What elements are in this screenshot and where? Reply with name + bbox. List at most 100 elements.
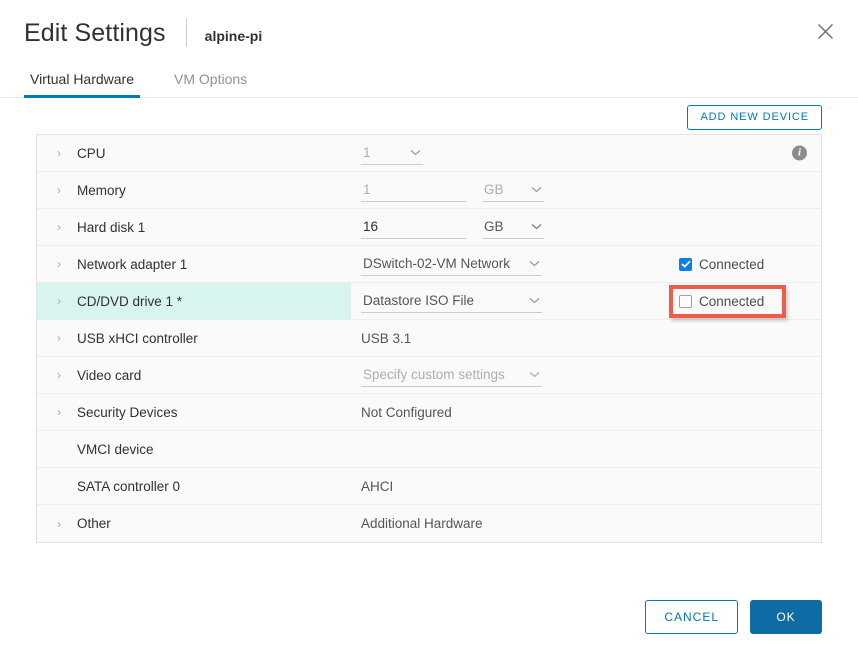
sata-controller-value: AHCI [361, 478, 394, 494]
row-right-cpu: i [671, 135, 821, 171]
add-new-device-button[interactable]: ADD NEW DEVICE [687, 105, 822, 130]
table-row-vmci-device: › VMCI device [37, 431, 821, 468]
cpu-count-value: 1 [363, 145, 371, 160]
device-label: Network adapter 1 [77, 256, 188, 272]
row-right-other [671, 505, 821, 542]
connected-label: Connected [699, 256, 765, 272]
chevron-down-icon [529, 297, 540, 304]
device-label: CPU [77, 145, 106, 161]
row-right-usb-xhci-controller [671, 320, 821, 356]
checkbox-unchecked-icon [679, 294, 692, 308]
page-title: Edit Settings [24, 19, 166, 47]
table-row-hard-disk-1: › Hard disk 1 GB [37, 209, 821, 246]
chevron-right-icon[interactable]: › [51, 406, 67, 418]
dialog-header: Edit Settings alpine-pi [0, 0, 858, 62]
tab-vm-options[interactable]: VM Options [168, 70, 253, 97]
row-right-sata-controller-0 [671, 468, 821, 504]
title-row: Edit Settings alpine-pi [24, 17, 262, 49]
hard-disk-size-input[interactable] [361, 215, 466, 239]
memory-unit-select[interactable]: GB [482, 179, 544, 202]
cd-dvd-media-type-value: Datastore ISO File [363, 293, 475, 308]
chevron-right-icon[interactable]: › [51, 518, 67, 530]
row-label-sata-controller-0: › SATA controller 0 [37, 468, 351, 504]
chevron-right-icon[interactable]: › [51, 258, 67, 270]
chevron-right-icon[interactable]: › [51, 184, 67, 196]
network-adapter-network-value: DSwitch-02-VM Network [363, 256, 511, 271]
chevron-down-icon [529, 371, 540, 378]
row-value-security-devices: Not Configured [351, 394, 671, 430]
chevron-right-icon[interactable]: › [51, 332, 67, 344]
row-right-security-devices [671, 394, 821, 430]
connected-label: Connected [699, 293, 765, 309]
row-value-network-adapter-1: DSwitch-02-VM Network [351, 246, 671, 282]
table-row-security-devices: › Security Devices Not Configured [37, 394, 821, 431]
chevron-down-icon [531, 186, 542, 193]
title-divider [185, 19, 187, 47]
row-label-hard-disk-1: › Hard disk 1 [37, 209, 351, 245]
chevron-right-icon[interactable]: › [51, 221, 67, 233]
cpu-count-select[interactable]: 1 [361, 142, 423, 165]
video-card-settings-value: Specify custom settings [363, 367, 505, 382]
close-dialog-button[interactable] [808, 14, 842, 48]
device-table: › CPU 1 i › Memory GB [36, 134, 822, 543]
usb-controller-value: USB 3.1 [361, 330, 412, 346]
chevron-down-icon [531, 223, 542, 230]
table-row-cpu: › CPU 1 i [37, 135, 821, 172]
table-row-memory: › Memory GB [37, 172, 821, 209]
cancel-button[interactable]: CANCEL [645, 600, 738, 634]
device-label: VMCI device [77, 441, 154, 457]
row-value-cpu: 1 [351, 135, 671, 171]
tab-bar: Virtual Hardware VM Options [0, 62, 858, 98]
row-right-hard-disk-1 [671, 209, 821, 245]
row-label-other: › Other [37, 505, 351, 542]
row-value-hard-disk-1: GB [351, 209, 671, 245]
memory-size-input[interactable] [361, 178, 466, 202]
device-label: Hard disk 1 [77, 219, 146, 235]
toolbar: ADD NEW DEVICE [0, 100, 858, 130]
chevron-right-icon[interactable]: › [51, 295, 67, 307]
row-value-memory: GB [351, 172, 671, 208]
row-right-cd-dvd-drive-1: Connected [669, 283, 821, 319]
row-right-video-card [671, 357, 821, 393]
security-devices-value: Not Configured [361, 404, 452, 420]
row-value-usb-xhci-controller: USB 3.1 [351, 320, 671, 356]
row-label-memory: › Memory [37, 172, 351, 208]
row-value-sata-controller-0: AHCI [351, 468, 671, 504]
device-label: USB xHCI controller [77, 330, 198, 346]
close-icon [817, 23, 834, 40]
chevron-right-icon[interactable]: › [51, 147, 67, 159]
checkbox-checked-icon [679, 257, 692, 271]
table-row-usb-xhci-controller: › USB xHCI controller USB 3.1 [37, 320, 821, 357]
table-row-other: › Other Additional Hardware [37, 505, 821, 542]
info-icon[interactable]: i [792, 145, 807, 161]
row-label-vmci-device: › VMCI device [37, 431, 351, 467]
row-right-memory [671, 172, 821, 208]
tab-virtual-hardware[interactable]: Virtual Hardware [24, 70, 141, 98]
ok-button[interactable]: OK [750, 600, 822, 634]
device-label: Security Devices [77, 404, 178, 420]
row-value-cd-dvd-drive-1: Datastore ISO File [351, 283, 671, 319]
row-label-cd-dvd-drive-1: › CD/DVD drive 1 * [37, 283, 351, 319]
device-label: Video card [77, 367, 142, 383]
row-label-cpu: › CPU [37, 135, 351, 171]
other-value: Additional Hardware [361, 516, 483, 531]
network-adapter-connected-checkbox[interactable]: Connected [679, 257, 764, 272]
row-value-vmci-device [351, 431, 671, 467]
row-value-other: Additional Hardware [351, 505, 671, 542]
cd-dvd-media-type-select[interactable]: Datastore ISO File [361, 290, 542, 313]
device-label: Memory [77, 182, 126, 198]
row-right-network-adapter-1: Connected [671, 246, 821, 282]
hard-disk-unit-value: GB [484, 219, 504, 234]
tab-vm-options-label: VM Options [174, 71, 248, 87]
chevron-right-icon[interactable]: › [51, 369, 67, 381]
row-label-usb-xhci-controller: › USB xHCI controller [37, 320, 351, 356]
hard-disk-unit-select[interactable]: GB [482, 216, 544, 239]
row-label-security-devices: › Security Devices [37, 394, 351, 430]
table-row-network-adapter-1: › Network adapter 1 DSwitch-02-VM Networ… [37, 246, 821, 283]
row-label-video-card: › Video card [37, 357, 351, 393]
row-right-vmci-device [671, 431, 821, 467]
network-adapter-network-select[interactable]: DSwitch-02-VM Network [361, 253, 542, 276]
video-card-settings-select[interactable]: Specify custom settings [361, 364, 542, 387]
cd-dvd-connected-checkbox[interactable]: Connected [679, 294, 764, 309]
memory-unit-value: GB [484, 182, 504, 197]
